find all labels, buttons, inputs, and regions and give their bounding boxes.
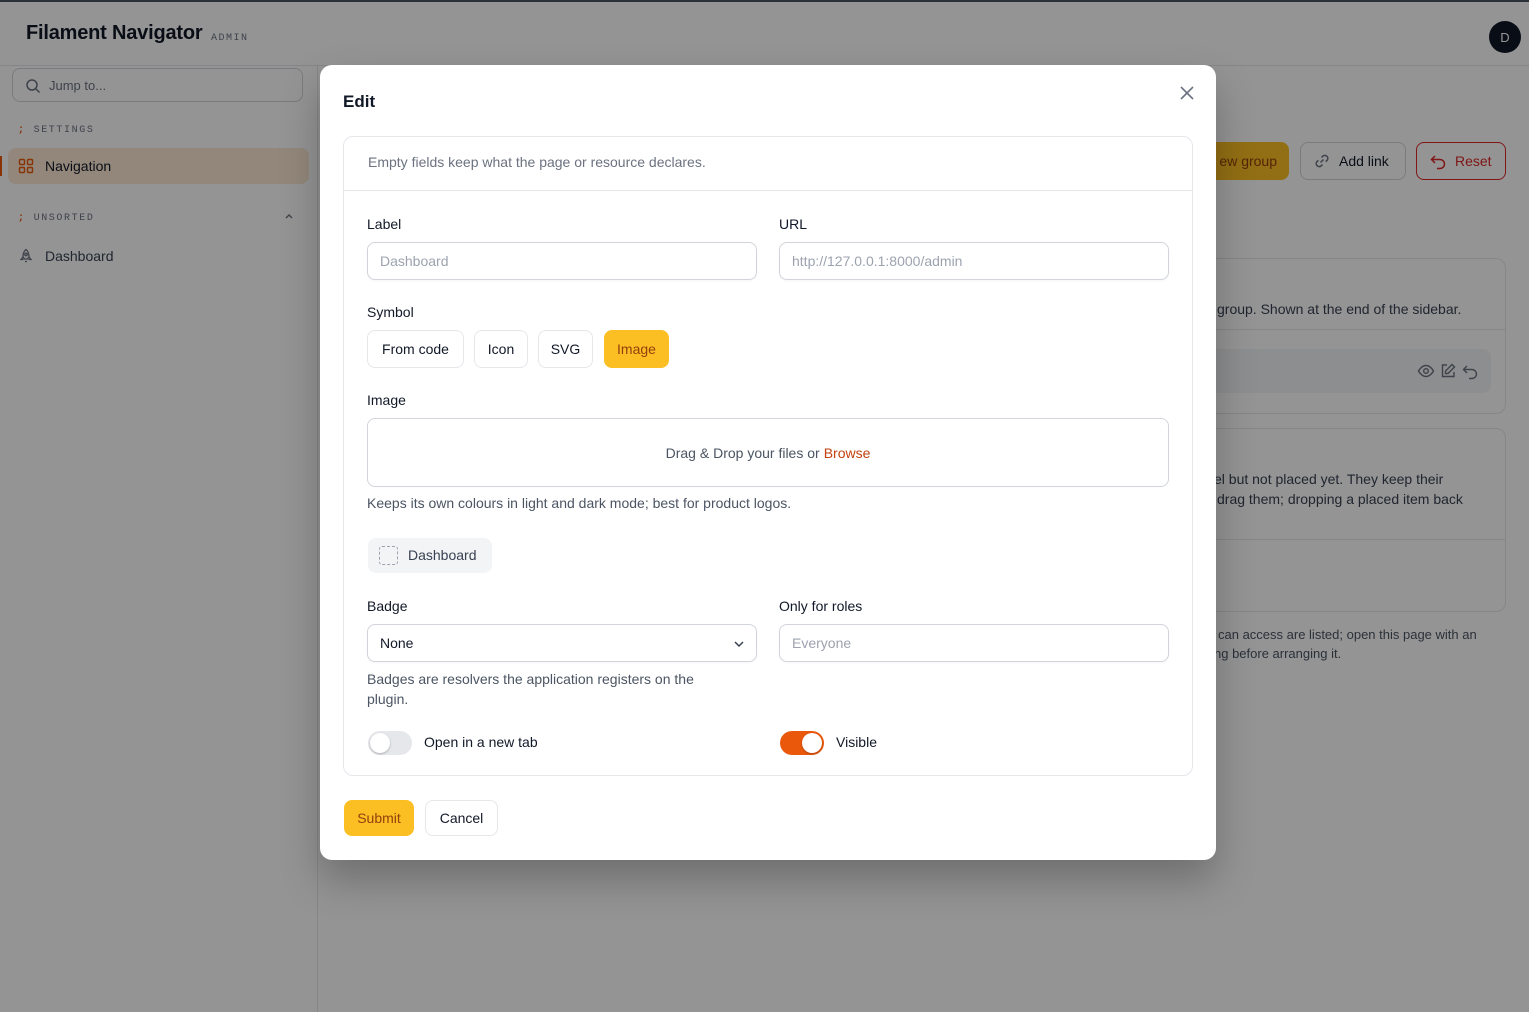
new-tab-toggle[interactable] — [368, 731, 412, 755]
form-section: Empty fields keep what the page or resou… — [343, 136, 1193, 776]
image-help-text: Keeps its own colours in light and dark … — [367, 495, 792, 511]
image-label: Image — [367, 392, 406, 408]
image-dropzone[interactable]: Drag & Drop your files or Browse — [367, 418, 1169, 487]
roles-label: Only for roles — [779, 598, 863, 614]
symbol-label: Symbol — [367, 304, 414, 320]
symbol-preview: Dashboard — [368, 538, 492, 573]
visible-toggle[interactable] — [780, 731, 824, 755]
section-description: Empty fields keep what the page or resou… — [368, 154, 706, 170]
symbol-option-svg[interactable]: SVG — [538, 330, 593, 368]
symbol-option-from-code[interactable]: From code — [367, 330, 464, 368]
divider — [344, 190, 1192, 191]
cancel-button[interactable]: Cancel — [425, 800, 498, 836]
dropzone-text: Drag & Drop your files or — [665, 444, 820, 461]
symbol-option-icon[interactable]: Icon — [474, 330, 528, 368]
preview-label: Dashboard — [408, 547, 477, 563]
submit-button[interactable]: Submit — [344, 800, 414, 836]
badge-label: Badge — [367, 598, 408, 614]
image-placeholder-icon — [379, 546, 398, 565]
badge-help-line-1: Badges are resolvers the application reg… — [367, 671, 694, 687]
url-field-label: URL — [779, 216, 808, 232]
badge-select[interactable]: None — [367, 624, 757, 662]
chevron-down-icon — [734, 641, 744, 648]
visible-label: Visible — [836, 734, 877, 750]
roles-input[interactable]: Everyone — [779, 624, 1169, 662]
close-icon[interactable] — [1178, 84, 1196, 102]
browse-link[interactable]: Browse — [824, 445, 871, 461]
new-tab-label: Open in a new tab — [424, 734, 538, 750]
label-input[interactable]: Dashboard — [367, 242, 757, 280]
toggle-knob — [370, 733, 390, 753]
toggle-knob — [802, 733, 822, 753]
modal-title: Edit — [343, 92, 376, 111]
badge-select-value: None — [380, 635, 414, 651]
url-input[interactable]: http://127.0.0.1:8000/admin — [779, 242, 1169, 280]
edit-modal: Edit Empty fields keep what the page or … — [320, 65, 1216, 860]
label-field-label: Label — [367, 216, 402, 232]
symbol-option-image[interactable]: Image — [604, 330, 669, 368]
badge-help-line-2: plugin. — [367, 691, 409, 707]
